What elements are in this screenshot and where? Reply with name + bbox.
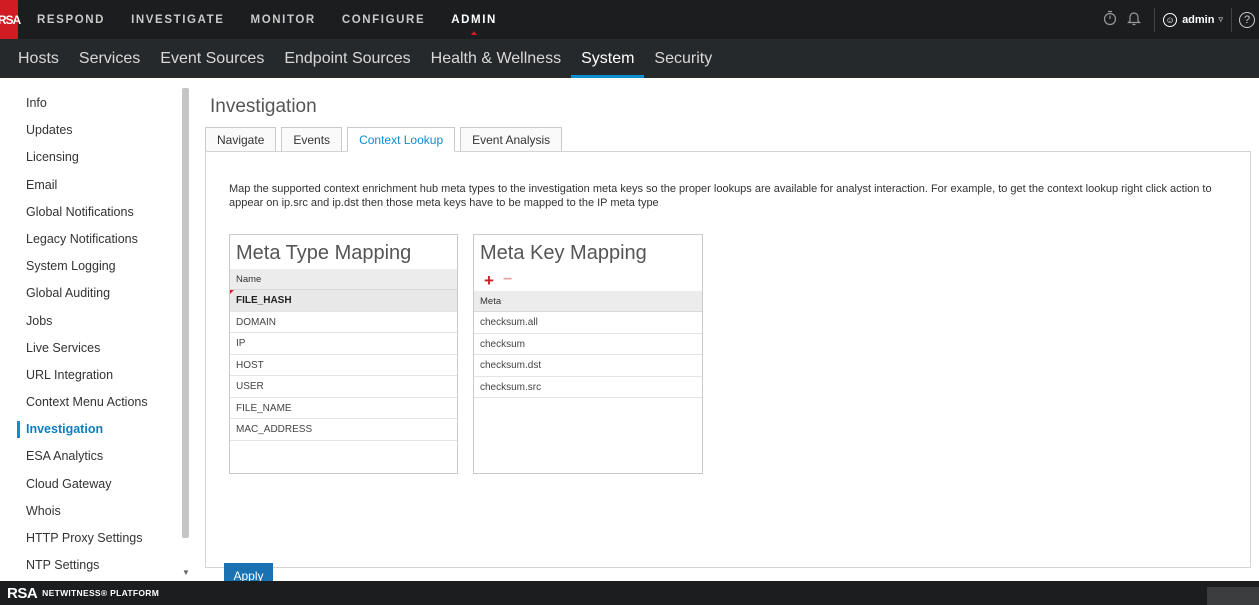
scroll-down-arrow-icon[interactable]: ▼ [182, 568, 190, 577]
add-remove-toolbar: + − [474, 269, 702, 291]
sidebar-item-http-proxy-settings[interactable]: HTTP Proxy Settings [0, 525, 192, 552]
chevron-down-icon: ▿ [1218, 14, 1223, 24]
topnav-admin[interactable]: ADMIN [438, 0, 510, 39]
tab-context-lookup[interactable]: Context Lookup [347, 127, 456, 152]
sidebar-item-live-services[interactable]: Live Services [0, 335, 192, 362]
secnav-hosts[interactable]: Hosts [8, 39, 69, 78]
page-title: Investigation [210, 96, 317, 117]
secnav-health-wellness[interactable]: Health & Wellness [421, 39, 571, 78]
footer-logo: RSA [7, 584, 38, 602]
sidebar-item-licensing[interactable]: Licensing [0, 144, 192, 171]
sidebar-item-global-notifications[interactable]: Global Notifications [0, 199, 192, 226]
footer: RSA NETWITNESS® PLATFORM [0, 581, 1259, 605]
meta-type-row[interactable]: IP [230, 333, 457, 355]
sidebar-list: Info Updates Licensing Email Global Noti… [0, 78, 192, 579]
meta-type-row[interactable]: USER [230, 376, 457, 398]
meta-key-mapping-box: Meta Key Mapping + − Meta checksum.all c… [473, 234, 703, 474]
user-menu[interactable]: ☺ admin ▿ [1154, 7, 1232, 32]
meta-type-row[interactable]: HOST [230, 355, 457, 376]
tab-events[interactable]: Events [281, 127, 343, 152]
meta-type-row[interactable]: MAC_ADDRESS [230, 419, 457, 441]
sidebar-item-cloud-gateway[interactable]: Cloud Gateway [0, 471, 192, 498]
sidebar: Info Updates Licensing Email Global Noti… [0, 78, 192, 581]
tab-bar: Navigate Events Context Lookup Event Ana… [205, 127, 567, 152]
sidebar-item-info[interactable]: Info [0, 90, 192, 117]
meta-key-row[interactable]: checksum.src [474, 377, 702, 398]
secnav-system[interactable]: System [571, 39, 645, 78]
secnav-endpoint-sources[interactable]: Endpoint Sources [274, 39, 420, 78]
sidebar-item-context-menu-actions[interactable]: Context Menu Actions [0, 389, 192, 416]
sidebar-item-jobs[interactable]: Jobs [0, 308, 192, 335]
topnav-configure[interactable]: CONFIGURE [329, 0, 438, 39]
secondary-nav: Hosts Services Event Sources Endpoint So… [0, 39, 1259, 78]
meta-type-mapping-title: Meta Type Mapping [236, 242, 412, 264]
meta-key-row[interactable]: checksum.dst [474, 355, 702, 377]
sidebar-item-esa-analytics[interactable]: ESA Analytics [0, 443, 192, 470]
user-icon: ☺ [1163, 12, 1178, 27]
meta-type-row[interactable]: DOMAIN [230, 312, 457, 333]
stopwatch-icon[interactable] [1098, 10, 1122, 30]
secnav-services[interactable]: Services [69, 39, 150, 78]
sidebar-item-whois[interactable]: Whois [0, 498, 192, 525]
topnav-respond[interactable]: RESPOND [24, 0, 118, 39]
rsa-logo[interactable]: RSA [0, 0, 21, 39]
description-text: Map the supported context enrichment hub… [229, 183, 1212, 209]
topnav-investigate[interactable]: INVESTIGATE [118, 0, 237, 39]
meta-type-row[interactable]: FILE_NAME [230, 398, 457, 419]
secnav-event-sources[interactable]: Event Sources [150, 39, 274, 78]
meta-key-row[interactable]: checksum.all [474, 312, 702, 334]
add-icon[interactable]: + [484, 272, 494, 289]
tab-navigate[interactable]: Navigate [205, 127, 277, 152]
secnav-security[interactable]: Security [644, 39, 722, 78]
main-content: Investigation Navigate Events Context Lo… [205, 78, 1259, 589]
meta-key-row[interactable]: checksum [474, 334, 702, 355]
sidebar-item-updates[interactable]: Updates [0, 117, 192, 144]
name-column-header[interactable]: Name [230, 269, 457, 290]
sidebar-item-global-auditing[interactable]: Global Auditing [0, 280, 192, 307]
sidebar-item-ntp-settings[interactable]: NTP Settings [0, 552, 192, 579]
user-name: admin [1182, 13, 1215, 26]
bell-icon[interactable] [1122, 10, 1146, 30]
help-icon[interactable]: ? [1239, 11, 1255, 28]
context-lookup-panel: Map the supported context enrichment hub… [205, 151, 1251, 589]
tab-event-analysis[interactable]: Event Analysis [460, 127, 563, 152]
top-right-controls: ☺ admin ▿ ? [1098, 0, 1259, 39]
sidebar-item-system-logging[interactable]: System Logging [0, 253, 192, 280]
meta-type-row[interactable]: FILE_HASH [230, 290, 457, 312]
meta-key-mapping-title: Meta Key Mapping [480, 242, 647, 264]
sidebar-scrollbar[interactable] [182, 88, 189, 538]
sidebar-item-url-integration[interactable]: URL Integration [0, 362, 192, 389]
topnav-monitor[interactable]: MONITOR [238, 0, 329, 39]
sidebar-item-email[interactable]: Email [0, 172, 192, 199]
footer-platform-text: NETWITNESS® PLATFORM [42, 588, 160, 598]
remove-icon[interactable]: − [503, 272, 512, 288]
top-bar: RSA RESPOND INVESTIGATE MONITOR CONFIGUR… [0, 0, 1259, 39]
meta-type-mapping-box: Meta Type Mapping Name FILE_HASH DOMAIN … [229, 234, 458, 474]
top-nav: RESPOND INVESTIGATE MONITOR CONFIGURE AD… [24, 0, 510, 39]
sidebar-item-investigation[interactable]: Investigation [0, 416, 192, 443]
footer-indicator [1207, 587, 1259, 605]
sidebar-item-legacy-notifications[interactable]: Legacy Notifications [0, 226, 192, 253]
meta-column-header[interactable]: Meta [474, 291, 702, 312]
